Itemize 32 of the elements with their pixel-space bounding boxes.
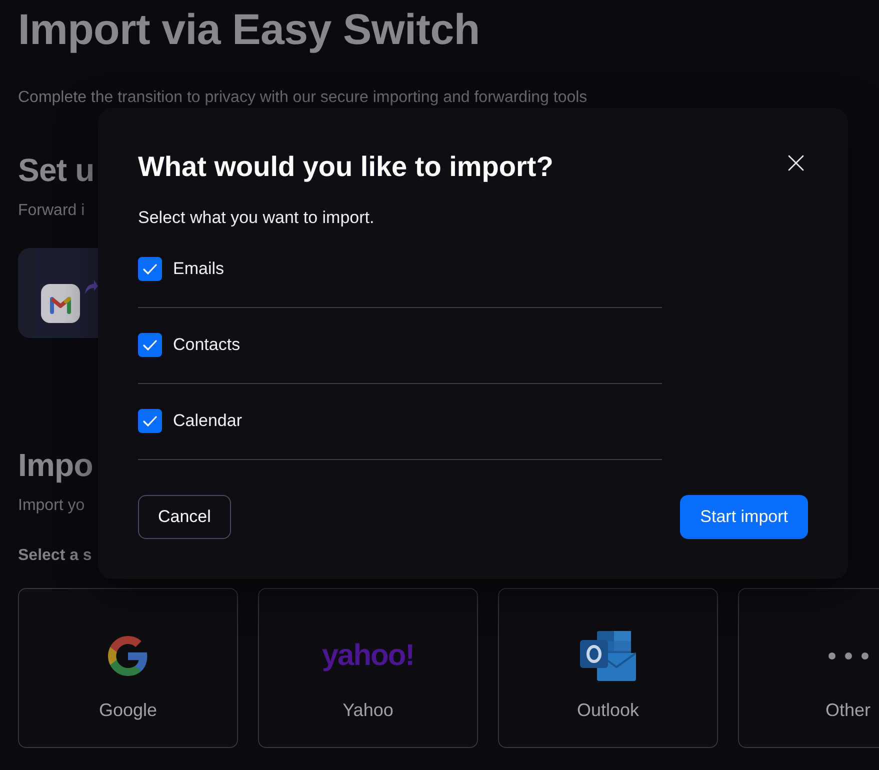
section-description: Import yo [18, 496, 85, 516]
outlook-envelope-icon [580, 631, 636, 681]
cancel-button[interactable]: Cancel [138, 495, 231, 539]
checkbox[interactable] [138, 409, 162, 433]
more-dots-icon [828, 652, 868, 660]
section-heading: Impo [18, 446, 93, 485]
start-import-button[interactable]: Start import [680, 495, 808, 539]
mail-m-icon [41, 284, 80, 323]
dialog-subtitle: Select what you want to import. [138, 208, 374, 228]
google-g-icon [108, 636, 148, 676]
check-icon [143, 264, 157, 274]
provider-prompt: Select a s [18, 546, 92, 566]
provider-card[interactable]: Outlook [498, 588, 718, 748]
curved-arrow-icon [84, 278, 98, 295]
forward-card[interactable] [18, 248, 98, 338]
section-description: Forward i [18, 201, 85, 221]
page-title: Import via Easy Switch [18, 5, 480, 56]
provider-card[interactable]: Google [18, 588, 238, 748]
yahoo-logo: yahoo! [322, 641, 414, 671]
section-heading: Set u [18, 151, 94, 190]
provider-card[interactable]: Other [738, 588, 879, 748]
checkbox[interactable] [138, 333, 162, 357]
page-intro: Complete the transition to privacy with our secure importing and forwarding tools [18, 89, 588, 107]
option-label: Emails [173, 258, 224, 280]
check-icon [143, 340, 157, 350]
checkbox[interactable] [138, 257, 162, 281]
check-icon [143, 416, 157, 426]
option-label: Contacts [173, 334, 240, 356]
provider-card[interactable]: yahoo! Yahoo [258, 588, 478, 748]
option-label: Calendar [173, 410, 242, 432]
close-icon [788, 155, 804, 171]
dialog-title: What would you like to import? [138, 150, 554, 184]
